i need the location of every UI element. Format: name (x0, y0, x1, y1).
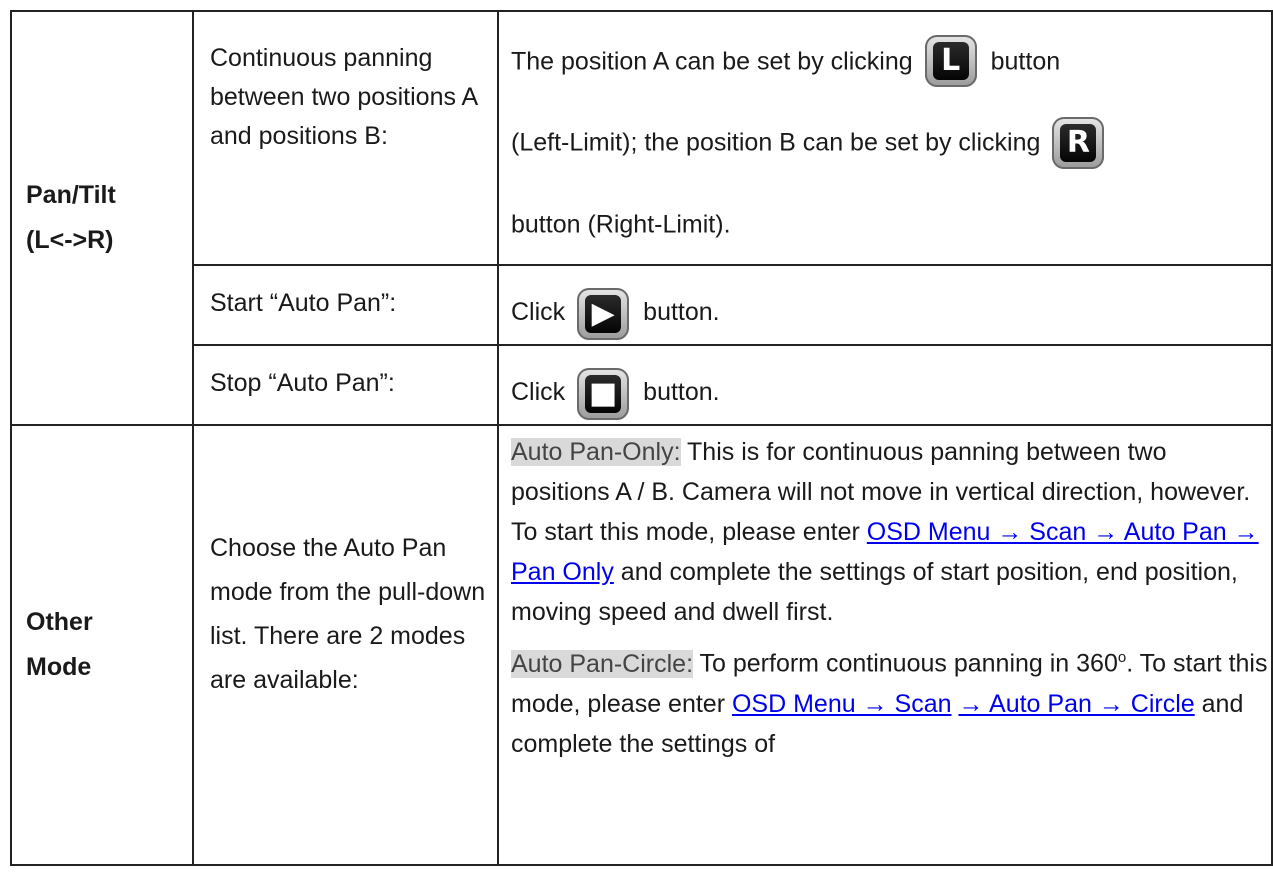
click-text: Click (511, 298, 566, 327)
continuous-panning-cell: Continuous panning between two positions… (192, 9, 499, 267)
other-mode-title: Choose the Auto Pan mode from the pull-d… (210, 534, 486, 695)
left-limit-letter: L (932, 42, 969, 81)
degree-sup: o (1117, 649, 1127, 667)
other-mode-label-line2: Mode (26, 653, 92, 682)
osd-menu-scan-link[interactable]: OSD Menu → Scan (732, 690, 952, 718)
start-auto-pan-desc-cell: Click ▶ button. (497, 264, 1273, 347)
pan-tilt-label-cell: Pan/Tilt (L<->R) (10, 9, 194, 427)
right-limit-button-icon: R (1052, 116, 1105, 169)
doc-table: Pan/Tilt (L<->R) Continuous panning betw… (10, 9, 1273, 867)
other-mode-desc-cell: Auto Pan-Only: This is for continuous pa… (497, 424, 1273, 867)
auto-pan-only-desc: Auto Pan-Only: This is for continuous pa… (511, 426, 1271, 632)
other-mode-label-cell: Other Mode (10, 424, 194, 867)
auto-pan-only-text2: and complete the settings of start posit… (511, 558, 1238, 627)
auto-pan-circle-tag: Auto Pan-Circle: (511, 649, 694, 678)
desc-line1: The position A can be set by clicking (511, 47, 913, 76)
stop-glyph: ■ (585, 374, 622, 413)
auto-pan-circle-desc: Auto Pan-Circle: To perform continuous p… (511, 632, 1271, 763)
continuous-panning-desc-cell: The position A can be set by clicking Lbu… (497, 9, 1273, 267)
stop-auto-pan-desc: Click ■ button. (511, 346, 1271, 422)
other-mode-title-cell: Choose the Auto Pan mode from the pull-d… (192, 424, 499, 867)
start-auto-pan-cell: Start “Auto Pan”: (192, 264, 499, 347)
stop-button-icon: ■ (577, 367, 630, 420)
pan-tilt-label-line2: (L<->R) (26, 226, 114, 255)
stop-auto-pan-desc-cell: Click ■ button. (497, 344, 1273, 427)
auto-pan-circle-link[interactable]: → Auto Pan → Circle (958, 690, 1194, 718)
continuous-panning-title: Continuous panning between two positions… (210, 44, 477, 150)
stop-auto-pan-row: Stop “Auto Pan”: Click ■ button. (11, 344, 1273, 427)
auto-pan-circle-text1: To perform continuous panning in 360 (693, 649, 1118, 678)
continuous-panning-desc: The position A can be set by clicking Lbu… (511, 12, 1271, 264)
play-glyph: ▶ (585, 294, 622, 333)
pan-tilt-label: Pan/Tilt (L<->R) (26, 173, 192, 263)
start-auto-pan-desc: Click ▶ button. (511, 266, 1271, 342)
start-auto-pan-row: Start “Auto Pan”: Click ▶ button. (11, 264, 1273, 347)
other-mode-label: Other Mode (26, 600, 192, 690)
stop-auto-pan-cell: Stop “Auto Pan”: (192, 344, 499, 427)
click-text: Click (511, 378, 566, 407)
other-mode-label-line1: Other (26, 608, 93, 637)
desc-line2: (Left-Limit); the position B can be set … (511, 128, 1041, 157)
auto-pan-only-tag: Auto Pan-Only: (511, 438, 681, 467)
start-auto-pan-title: Start “Auto Pan”: (210, 289, 397, 318)
desc-line1-end: button (990, 47, 1061, 76)
stop-auto-pan-title: Stop “Auto Pan”: (210, 369, 395, 398)
left-limit-button-icon: L (924, 35, 977, 88)
button-text: button. (643, 378, 720, 407)
pan-tilt-label-line1: Pan/Tilt (26, 181, 116, 210)
button-text: button. (643, 298, 720, 327)
desc-line3: button (Right-Limit). (511, 210, 731, 239)
other-mode-row: Other Mode Choose the Auto Pan mode from… (10, 424, 1273, 867)
pan-tilt-row: Pan/Tilt (L<->R) Continuous panning betw… (10, 9, 1273, 427)
play-button-icon: ▶ (577, 287, 630, 340)
right-limit-letter: R (1060, 123, 1097, 162)
